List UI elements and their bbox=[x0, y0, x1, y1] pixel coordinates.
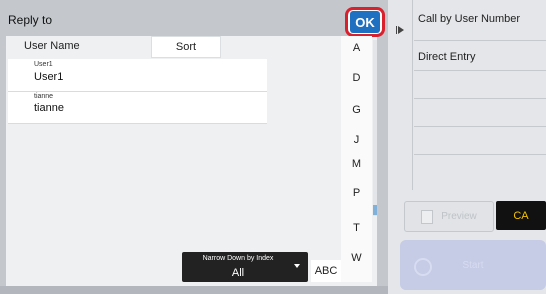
user-list-item[interactable]: User1 User1 bbox=[8, 59, 267, 92]
preview-label: Preview bbox=[441, 211, 477, 222]
abc-button[interactable]: ABC bbox=[311, 260, 341, 282]
preview-icon bbox=[421, 209, 434, 224]
list-scrollbar[interactable] bbox=[373, 40, 377, 216]
menu-item-label: Call by User Number bbox=[418, 13, 521, 25]
user-list-item-name: User1 bbox=[34, 71, 64, 83]
panel-divider bbox=[412, 0, 413, 190]
dropdown-caret-icon bbox=[294, 264, 300, 268]
menu-row-empty bbox=[414, 126, 546, 155]
index-m[interactable]: M bbox=[341, 158, 372, 170]
dialog-title: Reply to bbox=[8, 13, 53, 27]
sort-button[interactable]: Sort bbox=[151, 36, 221, 58]
clear-all-button[interactable]: CA bbox=[496, 201, 546, 230]
dialog-title-bar: Reply to bbox=[0, 0, 388, 36]
index-j[interactable]: J bbox=[341, 134, 372, 146]
preview-button[interactable]: Preview bbox=[404, 201, 494, 232]
index-w[interactable]: W bbox=[341, 252, 372, 264]
menu-row-empty bbox=[414, 70, 546, 99]
menu-item-call-by-user-number[interactable]: Call by User Number bbox=[414, 0, 546, 40]
menu-item-direct-entry[interactable]: Direct Entry bbox=[414, 40, 546, 71]
user-list-item-reading: User1 bbox=[34, 61, 53, 68]
ok-button[interactable]: OK bbox=[350, 11, 380, 33]
start-icon bbox=[414, 258, 432, 276]
user-list-item-name: tianne bbox=[34, 102, 64, 114]
list-scrollbar-thumb[interactable] bbox=[373, 205, 377, 215]
user-name-column-header: User Name bbox=[24, 40, 80, 52]
panel-toggle-bar bbox=[396, 26, 397, 34]
user-list-item[interactable]: tianne tianne bbox=[8, 92, 267, 124]
index-g[interactable]: G bbox=[341, 104, 372, 116]
start-label: Start bbox=[462, 259, 484, 271]
narrow-down-label: Narrow Down by Index bbox=[202, 255, 274, 262]
index-p[interactable]: P bbox=[341, 187, 372, 199]
menu-row-empty bbox=[414, 154, 546, 185]
start-button[interactable]: Start bbox=[400, 240, 546, 290]
user-list-item-reading: tianne bbox=[34, 93, 54, 100]
narrow-down-by-index-select[interactable]: Narrow Down by Index All bbox=[182, 252, 308, 282]
index-d[interactable]: D bbox=[341, 72, 372, 84]
reply-to-dialog: Reply to OK User Name Sort User1 User1 t… bbox=[0, 0, 388, 294]
menu-item-label: Direct Entry bbox=[418, 51, 476, 63]
bottom-strip bbox=[0, 286, 388, 294]
index-t[interactable]: T bbox=[341, 222, 372, 234]
narrow-down-value: All bbox=[231, 267, 245, 279]
menu-row-empty bbox=[414, 98, 546, 127]
index-a[interactable]: A bbox=[341, 42, 372, 54]
panel-toggle-icon[interactable] bbox=[398, 26, 404, 34]
